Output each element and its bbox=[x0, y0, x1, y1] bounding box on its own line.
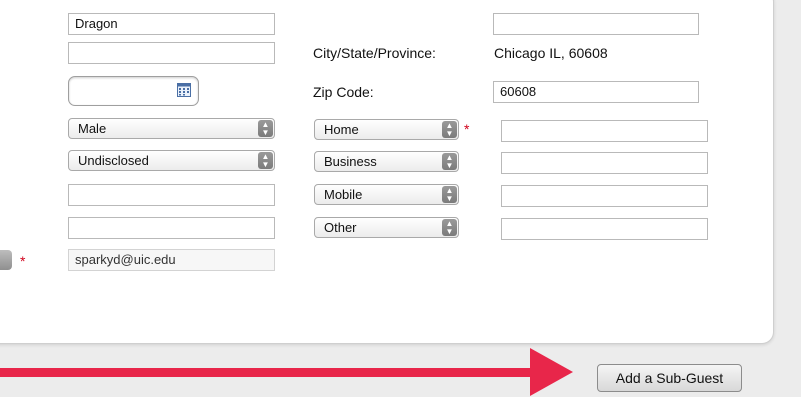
add-sub-guest-button[interactable]: Add a Sub-Guest bbox=[597, 364, 742, 392]
annotation-arrow-head bbox=[530, 348, 573, 396]
